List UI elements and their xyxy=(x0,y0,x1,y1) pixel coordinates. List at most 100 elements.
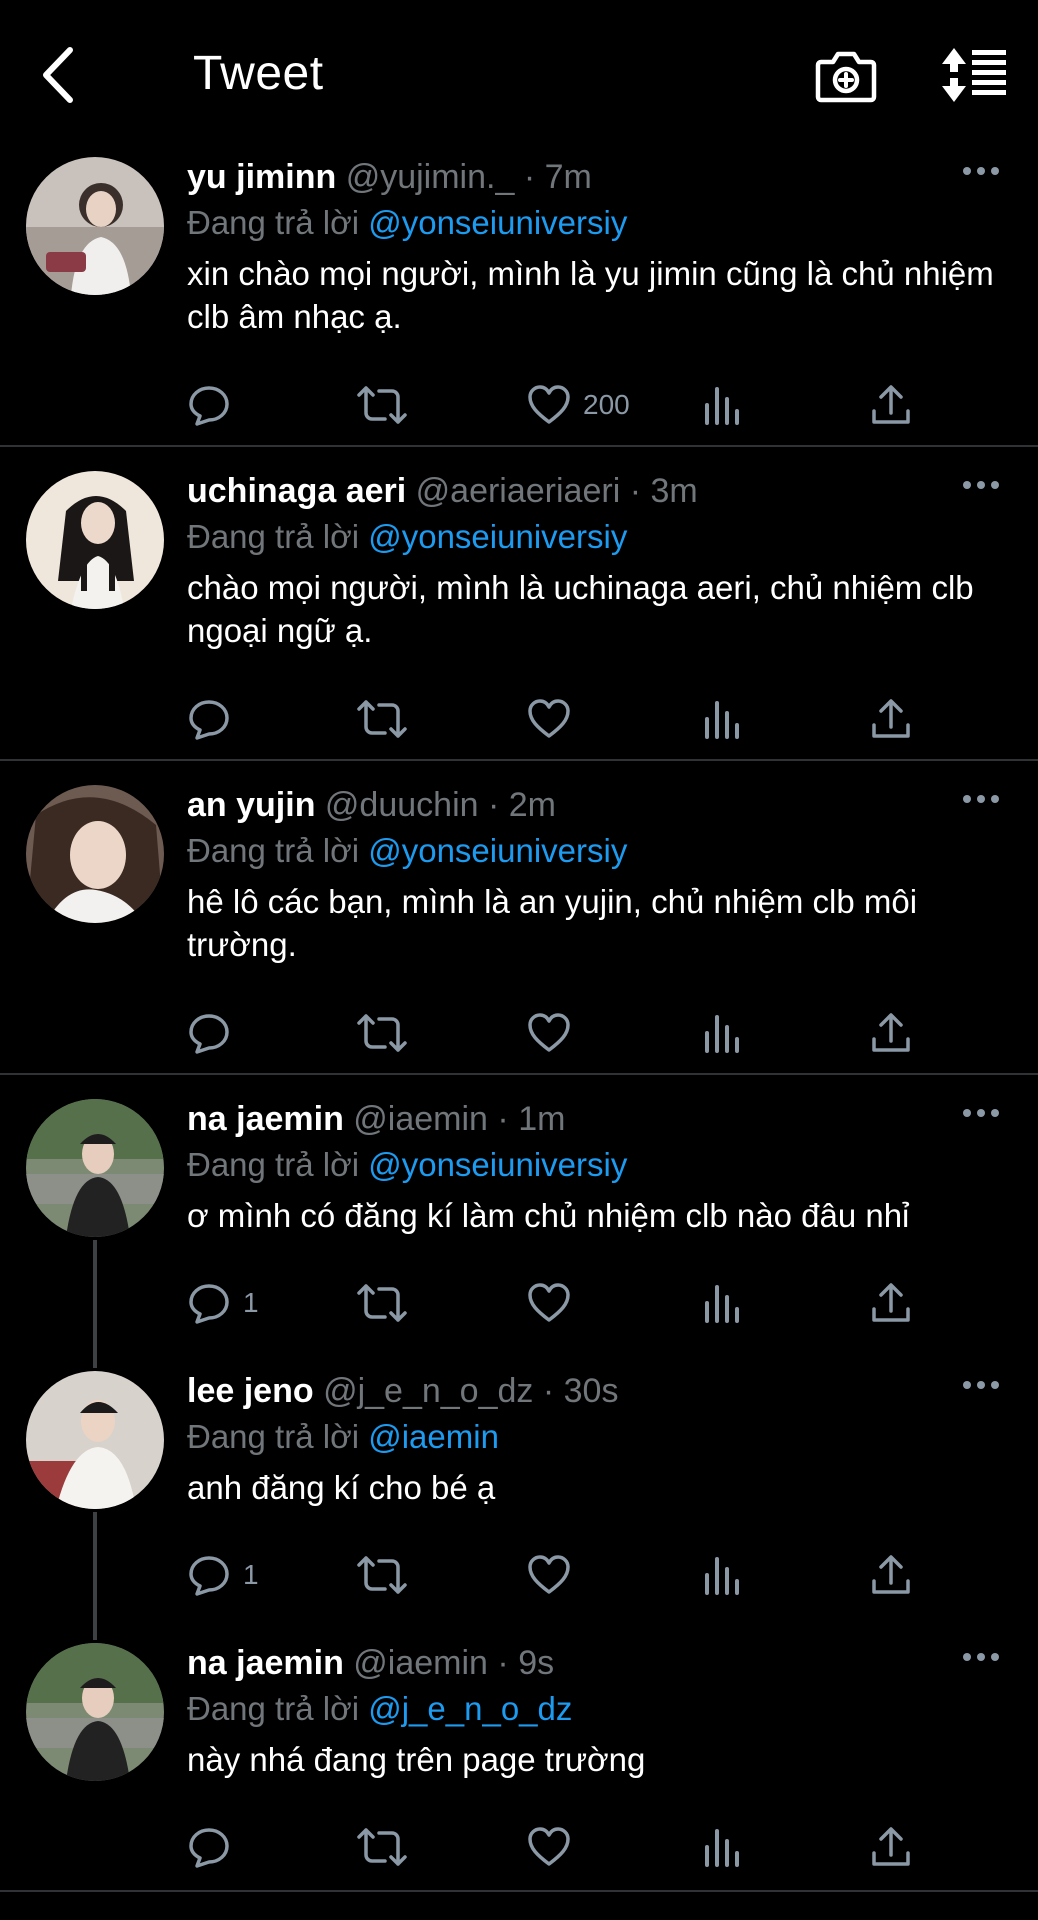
retweet-button[interactable] xyxy=(355,1008,409,1058)
reply-button[interactable] xyxy=(187,694,243,744)
tweet-text: hê lô các bạn, mình là an yujin, chủ nhi… xyxy=(187,883,918,963)
display-name[interactable]: lee jeno xyxy=(187,1372,314,1410)
analytics-button[interactable] xyxy=(703,1822,741,1872)
replying-to-label: Đang trả lời xyxy=(187,1690,360,1727)
share-button[interactable] xyxy=(870,1822,912,1872)
reply-count: 1 xyxy=(243,1287,259,1318)
replying-to-link[interactable]: @iaemin xyxy=(368,1418,499,1455)
reply-icon xyxy=(189,700,229,740)
analytics-button[interactable] xyxy=(703,1278,741,1328)
reply-icon xyxy=(189,386,229,426)
tweet-author-line: an yujin @duuchin · 2m xyxy=(187,786,556,825)
username[interactable]: @duuchin xyxy=(325,786,479,824)
reply-count: 1 xyxy=(243,1559,259,1590)
tweet-actions: 1 xyxy=(187,1278,917,1328)
more-options-icon[interactable] xyxy=(962,474,1000,496)
like-button[interactable] xyxy=(527,1008,583,1058)
retweet-button[interactable] xyxy=(355,380,409,430)
retweet-icon xyxy=(357,1014,407,1052)
share-button[interactable] xyxy=(870,380,912,430)
display-name[interactable]: yu jiminn xyxy=(187,158,336,196)
tweet-actions: 200 xyxy=(187,380,917,430)
retweet-button[interactable] xyxy=(355,694,409,744)
tweet-author-line: na jaemin @iaemin · 9s xyxy=(187,1644,554,1683)
like-button[interactable] xyxy=(527,1278,583,1328)
avatar[interactable] xyxy=(26,471,164,609)
reply-button[interactable]: 1 xyxy=(187,1278,259,1328)
tweet-card[interactable]: yu jiminn @yujimin._ · 7m Đang trả lời @… xyxy=(0,140,1038,447)
analytics-icon xyxy=(705,1015,739,1053)
tweet-card[interactable]: lee jeno @j_e_n_o_dz · 30s Đang trả lời … xyxy=(0,1354,1038,1626)
replying-to-link[interactable]: @yonseiuniversiy xyxy=(368,1146,627,1183)
tweet-card[interactable]: uchinaga aeri @aeriaeriaeri · 3m Đang tr… xyxy=(0,454,1038,761)
share-icon xyxy=(872,1283,910,1322)
timestamp: · 7m xyxy=(523,158,592,196)
reply-icon xyxy=(189,1828,229,1868)
replying-to-link[interactable]: @yonseiuniversiy xyxy=(368,832,627,869)
display-name[interactable]: na jaemin xyxy=(187,1100,344,1138)
share-icon xyxy=(872,1827,910,1866)
username[interactable]: @aeriaeriaeri xyxy=(416,472,621,510)
like-button[interactable] xyxy=(527,1822,583,1872)
more-options-icon[interactable] xyxy=(962,1374,1000,1396)
replying-to-label: Đang trả lời xyxy=(187,1146,360,1183)
replying-to-link[interactable]: @yonseiuniversiy xyxy=(368,204,627,241)
analytics-icon xyxy=(705,1829,739,1867)
analytics-button[interactable] xyxy=(703,1550,741,1600)
analytics-icon xyxy=(705,1285,739,1323)
share-button[interactable] xyxy=(870,1008,912,1058)
share-icon xyxy=(872,1555,910,1594)
display-name[interactable]: uchinaga aeri xyxy=(187,472,406,510)
back-arrow-icon[interactable] xyxy=(36,44,84,108)
more-options-icon[interactable] xyxy=(962,1646,1000,1668)
display-name[interactable]: an yujin xyxy=(187,786,315,824)
username[interactable]: @yujimin._ xyxy=(346,158,515,196)
avatar[interactable] xyxy=(26,1643,164,1781)
timestamp: · 30s xyxy=(542,1372,619,1410)
replying-to-link[interactable]: @yonseiuniversiy xyxy=(368,518,627,555)
more-options-icon[interactable] xyxy=(962,160,1000,182)
replying-to-label: Đang trả lời xyxy=(187,204,360,241)
share-button[interactable] xyxy=(870,1278,912,1328)
share-icon xyxy=(872,699,910,738)
retweet-button[interactable] xyxy=(355,1822,409,1872)
retweet-button[interactable] xyxy=(355,1550,409,1600)
camera-plus-icon[interactable] xyxy=(815,44,877,106)
retweet-button[interactable] xyxy=(355,1278,409,1328)
more-options-icon[interactable] xyxy=(962,1102,1000,1124)
retweet-icon xyxy=(357,1828,407,1866)
avatar[interactable] xyxy=(26,1099,164,1237)
username[interactable]: @iaemin xyxy=(353,1644,488,1682)
like-button[interactable] xyxy=(527,694,583,744)
analytics-button[interactable] xyxy=(703,694,741,744)
replying-to-link[interactable]: @j_e_n_o_dz xyxy=(368,1690,572,1727)
tweet-card[interactable]: na jaemin @iaemin · 1m Đang trả lời @yon… xyxy=(0,1082,1038,1354)
share-button[interactable] xyxy=(870,694,912,744)
replying-to-label: Đang trả lời xyxy=(187,1418,360,1455)
reply-button[interactable] xyxy=(187,1822,243,1872)
tweet-card[interactable]: an yujin @duuchin · 2m Đang trả lời @yon… xyxy=(0,768,1038,1075)
reply-icon xyxy=(189,1284,229,1324)
tweet-text: ơ mình có đăng kí làm chủ nhiệm clb nào … xyxy=(187,1197,910,1234)
analytics-button[interactable] xyxy=(703,380,741,430)
tweet-text: xin chào mọi người, mình là yu jimin cũn… xyxy=(187,255,994,335)
heart-icon xyxy=(528,1283,570,1322)
reply-button[interactable] xyxy=(187,380,243,430)
username[interactable]: @j_e_n_o_dz xyxy=(323,1372,533,1410)
timestamp: · 2m xyxy=(488,786,556,824)
more-options-icon[interactable] xyxy=(962,788,1000,810)
like-button[interactable]: 200 xyxy=(527,380,630,430)
tweet-card[interactable]: na jaemin @iaemin · 9s Đang trả lời @j_e… xyxy=(0,1626,1038,1892)
username[interactable]: @iaemin xyxy=(353,1100,488,1138)
avatar[interactable] xyxy=(26,785,164,923)
sort-list-icon[interactable] xyxy=(938,46,1008,104)
avatar[interactable] xyxy=(26,157,164,295)
avatar[interactable] xyxy=(26,1371,164,1509)
tweet-actions xyxy=(187,694,917,744)
reply-button[interactable] xyxy=(187,1008,243,1058)
reply-button[interactable]: 1 xyxy=(187,1550,259,1600)
display-name[interactable]: na jaemin xyxy=(187,1644,344,1682)
like-button[interactable] xyxy=(527,1550,583,1600)
analytics-button[interactable] xyxy=(703,1008,741,1058)
share-button[interactable] xyxy=(870,1550,912,1600)
